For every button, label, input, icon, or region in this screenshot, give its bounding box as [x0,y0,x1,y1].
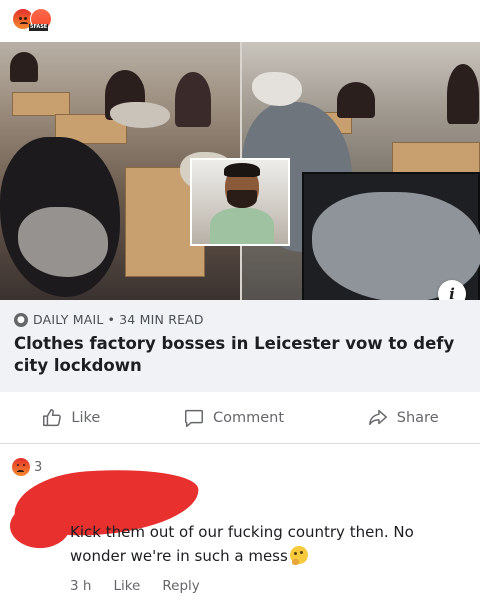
reaction-count: 3 [34,459,43,475]
read-time: 34 MIN READ [119,312,204,327]
comment-body: Kick them out of our fucking country the… [70,523,414,565]
source-separator: • [107,312,116,327]
like-label: Like [71,409,101,426]
angry-reaction-icon: 5FASE [29,8,52,31]
comment-bubble-icon [185,409,203,427]
link-preview[interactable]: ● DAILY MAIL • 34 MIN READ Clothes facto… [0,300,480,392]
comment-button[interactable]: Comment [183,407,284,429]
source-name: DAILY MAIL [33,312,104,327]
share-label: Share [396,409,439,426]
post-reactions[interactable]: 5FASE [12,8,52,34]
thinking-face-icon [289,546,308,565]
share-arrow-icon [368,409,387,425]
comment-text: Kick them out of our fucking country the… [70,520,470,568]
comment-reaction-count[interactable]: 3 [12,458,42,476]
comment: 3 Kick them out of our fucking country t… [0,444,480,600]
share-button[interactable]: Share [367,407,439,429]
article-headline[interactable]: Clothes factory bosses in Leicester vow … [14,333,466,377]
source-globe-icon: ● [14,312,28,327]
comment-meta: 3 h Like Reply [70,578,200,594]
redacted-avatar [10,504,70,548]
thumbs-up-icon [43,408,62,426]
like-button[interactable]: Like [41,407,100,429]
post-action-bar: Like Comment Share [0,392,480,444]
comment-label: Comment [213,409,285,426]
comment-like-link[interactable]: Like [113,578,140,594]
comment-reply-link[interactable]: Reply [162,578,199,594]
angry-reaction-icon [12,458,30,476]
inset-portrait [190,158,290,246]
comment-time: 3 h [70,578,92,594]
source-row: ● DAILY MAIL • 34 MIN READ [14,312,466,327]
